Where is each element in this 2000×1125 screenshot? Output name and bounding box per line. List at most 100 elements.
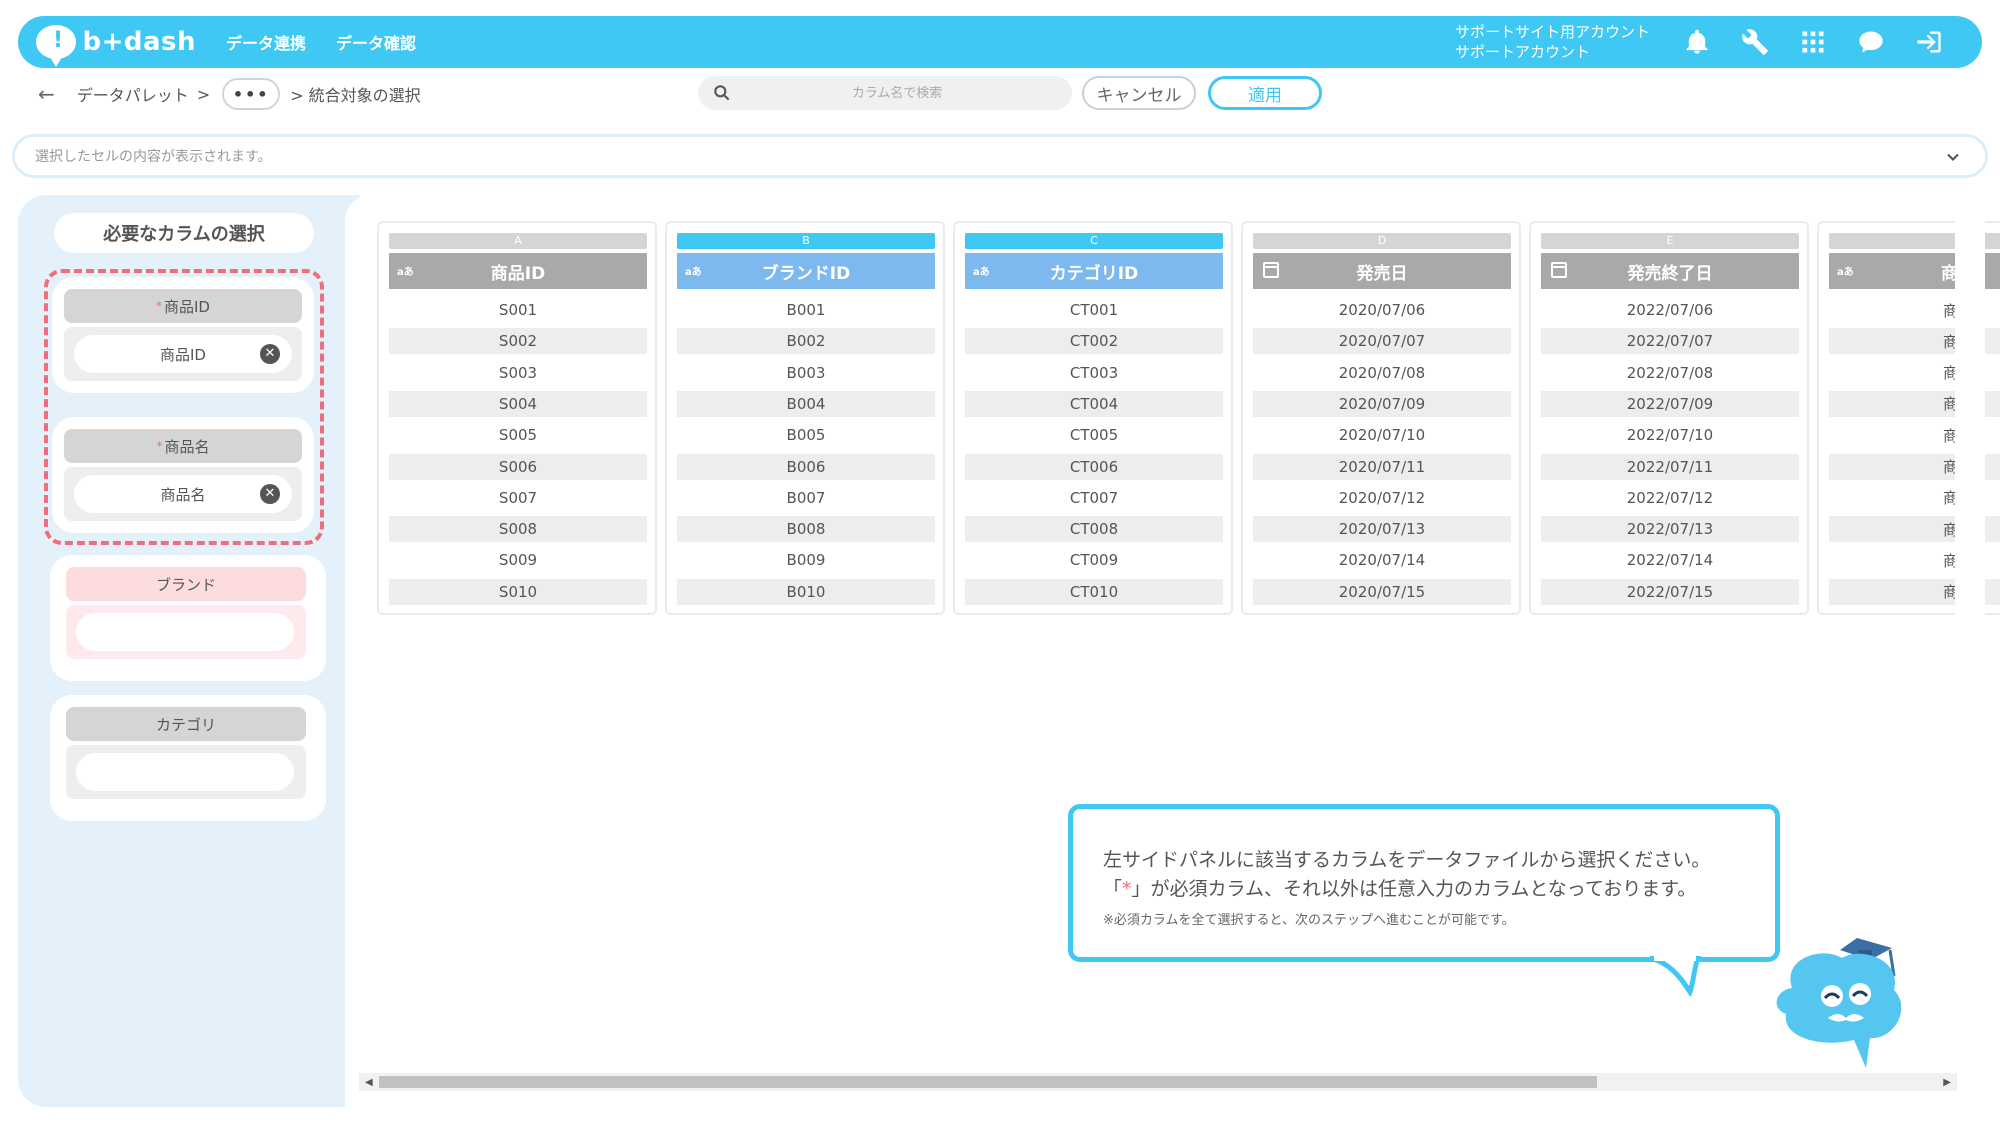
table-cell[interactable]: B005	[677, 422, 935, 448]
search-input[interactable]	[752, 85, 1042, 101]
table-cell[interactable]: CT002	[965, 328, 1223, 355]
table-cell[interactable]: 2020/07/06	[1253, 297, 1511, 323]
table-cell[interactable]: 2020/07/10	[1253, 422, 1511, 448]
selected-column-chip[interactable]: 商品ID ✕	[74, 335, 292, 373]
column-header[interactable]: 発売終了日	[1541, 253, 1799, 289]
table-cell[interactable]: 2020/07/12	[1253, 485, 1511, 511]
table-cell[interactable]: 2022/07/14	[1541, 547, 1799, 573]
table-cell[interactable]: S003	[389, 360, 647, 386]
breadcrumb-separator: >	[196, 84, 211, 104]
table-cell[interactable]: S007	[389, 485, 647, 511]
table-cell[interactable]: B010	[677, 578, 935, 605]
table-cell[interactable]: CT008	[965, 516, 1223, 543]
cell-content-placeholder: 選択したセルの内容が表示されます。	[35, 149, 272, 165]
empty-slot[interactable]	[76, 613, 294, 651]
table-cell[interactable]: 2022/07/13	[1541, 516, 1799, 543]
table-cell[interactable]: 2022/07/08	[1541, 360, 1799, 386]
field-drop-slot[interactable]: 商品名 ✕	[64, 467, 302, 521]
data-column-a[interactable]: Aaあ 商品ID S001 S002 S003 S004 S005 S006 S007 S008 S…	[377, 221, 657, 615]
search-icon	[714, 85, 730, 101]
data-column-d[interactable]: D 発売日 2020/07/06 2020/07/07 2020/07/08 2020/0…	[1241, 221, 1521, 615]
breadcrumb-ellipsis-button[interactable]: •••	[222, 78, 281, 110]
table-cell[interactable]: B001	[677, 297, 935, 323]
logout-icon[interactable]	[1912, 25, 1946, 59]
table-cell[interactable]: 2022/07/06	[1541, 297, 1799, 323]
table-cell[interactable]: CT004	[965, 390, 1223, 417]
field-drop-slot[interactable]	[66, 745, 306, 799]
clear-icon[interactable]: ✕	[260, 344, 280, 364]
panel-title: 必要なカラムの選択	[54, 213, 314, 253]
table-cell[interactable]: B007	[677, 485, 935, 511]
selected-column-chip[interactable]: 商品名 ✕	[74, 475, 292, 513]
table-cell[interactable]: 2022/07/12	[1541, 485, 1799, 511]
table-cell[interactable]: 2022/07/07	[1541, 328, 1799, 355]
table-cell[interactable]: S006	[389, 453, 647, 480]
clear-icon[interactable]: ✕	[260, 484, 280, 504]
table-cell[interactable]: CT001	[965, 297, 1223, 323]
table-cell[interactable]: S004	[389, 390, 647, 417]
wrench-icon[interactable]	[1738, 25, 1772, 59]
data-column-e[interactable]: E 発売終了日 2022/07/06 2022/07/07 2022/07/08 2022…	[1529, 221, 1809, 615]
column-search[interactable]	[698, 76, 1072, 110]
table-cell[interactable]: CT010	[965, 578, 1223, 605]
apply-button[interactable]: 適用	[1208, 76, 1322, 110]
table-cell[interactable]: 2022/07/09	[1541, 390, 1799, 417]
table-cell[interactable]: CT005	[965, 422, 1223, 448]
nav-data-integration[interactable]: データ連携	[226, 30, 306, 54]
table-cell[interactable]: 2022/07/11	[1541, 453, 1799, 480]
scroll-right-icon[interactable]: ▶	[1943, 1077, 1951, 1088]
table-cell[interactable]: S009	[389, 547, 647, 573]
table-cell[interactable]: S002	[389, 328, 647, 355]
table-cell[interactable]: 2020/07/09	[1253, 390, 1511, 417]
horizontal-scrollbar[interactable]: ◀ ▶	[359, 1073, 1957, 1091]
table-cell[interactable]: S001	[389, 297, 647, 323]
field-drop-slot[interactable]	[66, 605, 306, 659]
chat-icon[interactable]	[1854, 25, 1888, 59]
scrollbar-thumb[interactable]	[379, 1076, 1597, 1088]
table-cell[interactable]: CT009	[965, 547, 1223, 573]
table-cell[interactable]: S008	[389, 516, 647, 543]
table-cell[interactable]: B006	[677, 453, 935, 480]
table-cell[interactable]: 2020/07/13	[1253, 516, 1511, 543]
table-cell[interactable]: B002	[677, 328, 935, 355]
nav-data-check[interactable]: データ確認	[336, 30, 416, 54]
column-header[interactable]: aあ ブランドID	[677, 253, 935, 289]
scroll-left-icon[interactable]: ◀	[365, 1077, 373, 1088]
field-drop-slot[interactable]: 商品ID ✕	[64, 327, 302, 381]
table-cell[interactable]: 2022/07/10	[1541, 422, 1799, 448]
table-cell[interactable]: S010	[389, 578, 647, 605]
table-cell[interactable]: CT006	[965, 453, 1223, 480]
table-cell[interactable]: 2020/07/08	[1253, 360, 1511, 386]
empty-slot[interactable]	[76, 753, 294, 791]
logo[interactable]: ! b+dash	[36, 25, 196, 67]
bell-icon[interactable]	[1680, 25, 1714, 59]
table-cell[interactable]: CT007	[965, 485, 1223, 511]
column-header[interactable]: 発売日	[1253, 253, 1511, 289]
field-card-brand: ブランド	[50, 555, 326, 681]
column-header[interactable]: aあ 商品ID	[389, 253, 647, 289]
breadcrumb-root[interactable]: データパレット	[77, 82, 189, 106]
table-cell[interactable]: B004	[677, 390, 935, 417]
cancel-button[interactable]: キャンセル	[1082, 76, 1196, 110]
column-header[interactable]: aあ カテゴリID	[965, 253, 1223, 289]
chevron-down-icon[interactable]	[1943, 147, 1963, 167]
data-column-c[interactable]: Caあ カテゴリID CT001 CT002 CT003 CT004 CT005 CT006 C…	[953, 221, 1233, 615]
table-cell[interactable]: 2020/07/14	[1253, 547, 1511, 573]
table-cell[interactable]: CT003	[965, 360, 1223, 386]
text-type-icon: aあ	[973, 267, 990, 278]
table-cell[interactable]: 2020/07/07	[1253, 328, 1511, 355]
back-arrow-icon[interactable]: ←	[38, 82, 55, 106]
table-cell[interactable]: S005	[389, 422, 647, 448]
table-cell[interactable]: B009	[677, 547, 935, 573]
table-cell[interactable]: 2022/07/15	[1541, 578, 1799, 605]
grid-icon[interactable]	[1796, 25, 1830, 59]
data-column-b[interactable]: Baあ ブランドID B001 B002 B003 B004 B005 B006 B007 B00…	[665, 221, 945, 615]
table-cell[interactable]: B003	[677, 360, 935, 386]
account-info[interactable]: サポートサイト用アカウント サポートアカウント	[1455, 22, 1650, 62]
table-cell[interactable]: 2020/07/11	[1253, 453, 1511, 480]
field-card-product-name: * 商品名 商品名 ✕	[52, 417, 314, 533]
table-cell[interactable]: B008	[677, 516, 935, 543]
table-cell[interactable]: 2020/07/15	[1253, 578, 1511, 605]
account-role: サポートアカウント	[1454, 43, 1590, 61]
cell-content-bar[interactable]: 選択したセルの内容が表示されます。	[12, 134, 1988, 178]
